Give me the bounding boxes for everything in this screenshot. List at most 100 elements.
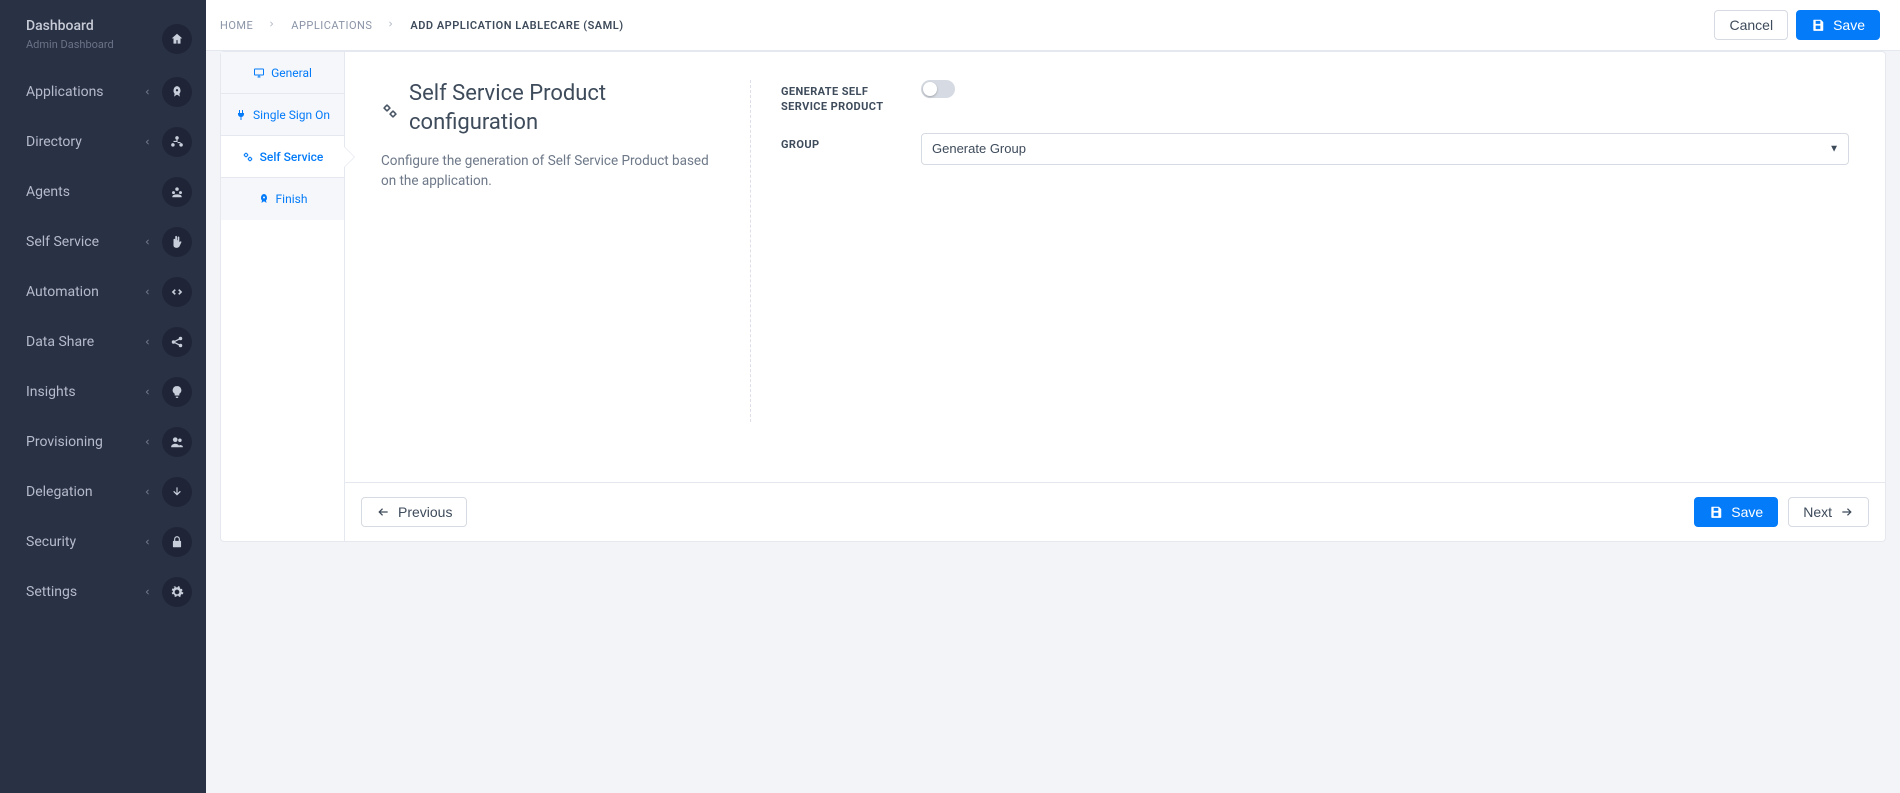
top-actions: Cancel Save (1714, 10, 1880, 40)
sidebar-item-label: Self Service (26, 234, 99, 250)
chevron-left-icon (142, 387, 152, 397)
home-icon[interactable] (162, 24, 192, 54)
arrow-right-icon (1840, 505, 1854, 519)
plug-icon (235, 109, 247, 121)
rocket-icon (258, 193, 270, 205)
lock-icon (162, 527, 192, 557)
agent-icon (162, 177, 192, 207)
main: HOME APPLICATIONS ADD APPLICATION LABLECAR… (206, 0, 1900, 793)
save-icon (1709, 505, 1723, 519)
step-footer: Previous Save Next (345, 482, 1885, 541)
chevron-left-icon (142, 437, 152, 447)
topbar: HOME APPLICATIONS ADD APPLICATION LABLECAR… (206, 0, 1900, 51)
generate-control (921, 80, 1849, 98)
footer-save-label: Save (1731, 504, 1763, 520)
gear-icon (162, 577, 192, 607)
chevron-right-icon (386, 19, 396, 32)
sidebar-item-label: Insights (26, 384, 76, 400)
form-row-group: GROUP Generate Group ▼ (781, 133, 1849, 165)
footer-save-button[interactable]: Save (1694, 497, 1778, 527)
save-icon (1811, 18, 1825, 32)
sidebar-item-applications[interactable]: Applications (0, 67, 206, 117)
sidebar-item-label: Security (26, 534, 76, 550)
hub-icon (162, 127, 192, 157)
share-icon (162, 327, 192, 357)
code-icon (162, 277, 192, 307)
group-select[interactable]: Generate Group (921, 133, 1849, 165)
chevron-left-icon (142, 537, 152, 547)
form-row-generate: GENERATE SELF SERVICE PRODUCT (781, 80, 1849, 115)
next-label: Next (1803, 504, 1832, 520)
step-description: Self Service Product configuration Confi… (381, 80, 751, 422)
chevron-right-icon (267, 19, 277, 32)
sidebar-item-delegation[interactable]: Delegation (0, 467, 206, 517)
sidebar-item-label: Data Share (26, 334, 94, 350)
sidebar-item-insights[interactable]: Insights (0, 367, 206, 417)
sidebar-item-label: Settings (26, 584, 77, 600)
rocket-icon (162, 77, 192, 107)
breadcrumb: HOME APPLICATIONS ADD APPLICATION LABLECAR… (220, 19, 624, 32)
generate-label: GENERATE SELF SERVICE PRODUCT (781, 80, 901, 115)
sidebar-item-data-share[interactable]: Data Share (0, 317, 206, 367)
wizard-steps: General Single Sign On Self Service Finish (221, 52, 345, 541)
cancel-label: Cancel (1729, 17, 1773, 33)
sidebar-item-self-service[interactable]: Self Service (0, 217, 206, 267)
group-control: Generate Group ▼ (921, 133, 1849, 165)
step-label: Single Sign On (253, 108, 330, 122)
step-label: General (271, 66, 312, 80)
step-self-service[interactable]: Self Service (221, 136, 344, 178)
generate-toggle[interactable] (921, 80, 955, 98)
next-button[interactable]: Next (1788, 497, 1869, 527)
sidebar-item-automation[interactable]: Automation (0, 267, 206, 317)
arrowdown-icon (162, 477, 192, 507)
chevron-left-icon (142, 237, 152, 247)
page-title: Self Service Product configuration (381, 80, 720, 137)
sidebar-item-label: Provisioning (26, 434, 103, 450)
chevron-left-icon (142, 287, 152, 297)
step-general[interactable]: General (221, 52, 344, 94)
step-content: Self Service Product configuration Confi… (345, 52, 1885, 482)
chevron-left-icon (142, 137, 152, 147)
breadcrumb-item[interactable]: APPLICATIONS (291, 19, 372, 32)
chevron-left-icon (142, 87, 152, 97)
page-title-text: Self Service Product configuration (409, 80, 720, 137)
sidebar-item-label: Directory (26, 134, 82, 150)
step-label: Finish (276, 192, 308, 206)
previous-label: Previous (398, 504, 452, 520)
chevron-left-icon (142, 487, 152, 497)
sidebar-item-label: Agents (26, 184, 70, 200)
save-label: Save (1833, 17, 1865, 33)
group-label: GROUP (781, 133, 901, 152)
users-icon (162, 427, 192, 457)
gears-icon (242, 151, 254, 163)
arrow-left-icon (376, 505, 390, 519)
sidebar-item-settings[interactable]: Settings (0, 567, 206, 617)
step-single-sign-on[interactable]: Single Sign On (221, 94, 344, 136)
page-description: Configure the generation of Self Service… (381, 151, 720, 192)
sidebar: Dashboard Admin Dashboard ApplicationsDi… (0, 0, 206, 793)
sidebar-item-agents[interactable]: Agents (0, 167, 206, 217)
step-finish[interactable]: Finish (221, 178, 344, 220)
breadcrumb-item[interactable]: HOME (220, 19, 253, 32)
step-body: Self Service Product configuration Confi… (345, 52, 1885, 541)
wizard-card: GeneralSingle Sign OnSelf ServiceFinish … (220, 51, 1886, 542)
cancel-button[interactable]: Cancel (1714, 10, 1788, 40)
sidebar-item-security[interactable]: Security (0, 517, 206, 567)
sidebar-item-provisioning[interactable]: Provisioning (0, 417, 206, 467)
sidebar-item-label: Automation (26, 284, 99, 300)
chevron-left-icon (142, 587, 152, 597)
sidebar-item-directory[interactable]: Directory (0, 117, 206, 167)
monitor-icon (253, 67, 265, 79)
hand-icon (162, 227, 192, 257)
step-label: Self Service (260, 150, 324, 164)
content-wrap: GeneralSingle Sign OnSelf ServiceFinish … (206, 51, 1900, 562)
breadcrumb-item: ADD APPLICATION LABLECARE (SAML) (410, 19, 623, 32)
sidebar-item-label: Delegation (26, 484, 93, 500)
step-form: GENERATE SELF SERVICE PRODUCT GROUP Gene… (751, 80, 1849, 422)
previous-button[interactable]: Previous (361, 497, 467, 527)
chevron-left-icon (142, 337, 152, 347)
bulb-icon (162, 377, 192, 407)
save-button[interactable]: Save (1796, 10, 1880, 40)
footer-right: Save Next (1694, 497, 1869, 527)
sidebar-item-label: Applications (26, 84, 104, 100)
